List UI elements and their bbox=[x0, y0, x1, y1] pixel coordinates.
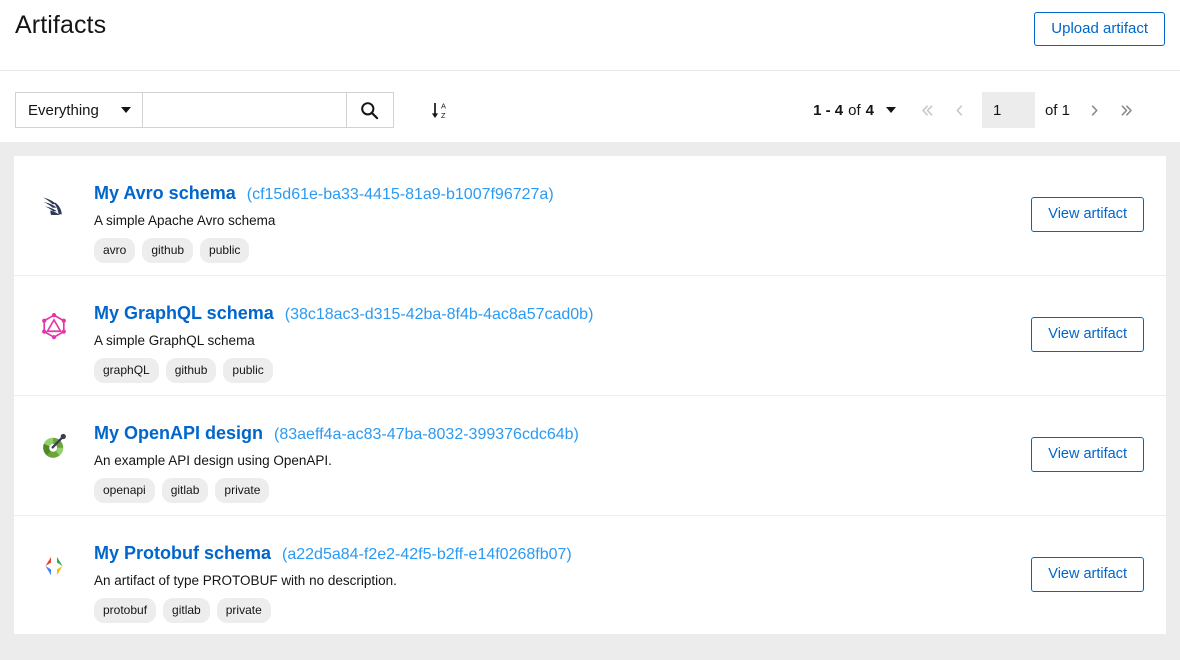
page-title: Artifacts bbox=[15, 11, 106, 40]
artifact-title-line: My OpenAPI design (83aeff4a-ac83-47ba-80… bbox=[94, 424, 991, 444]
artifact-label[interactable]: private bbox=[215, 478, 269, 503]
artifact-id-link[interactable]: (cf15d61e-ba33-4415-81a9-b1007f96727a) bbox=[247, 186, 554, 204]
previous-page-button[interactable] bbox=[944, 92, 976, 128]
artifact-info: My GraphQL schema (38c18ac3-d315-42ba-8f… bbox=[94, 304, 991, 383]
graphql-logo-icon bbox=[36, 308, 72, 344]
artifact-labels: graphQL github public bbox=[94, 358, 991, 383]
svg-text:A: A bbox=[441, 102, 446, 111]
angle-double-right-icon bbox=[1119, 103, 1134, 118]
avro-logo-icon bbox=[36, 188, 72, 224]
first-page-button[interactable] bbox=[912, 92, 944, 128]
toolbar: Everything A Z bbox=[0, 71, 1180, 142]
artifact-label[interactable]: github bbox=[166, 358, 217, 383]
search-icon bbox=[360, 101, 379, 120]
angle-left-icon bbox=[952, 103, 967, 118]
artifact-description: An example API design using OpenAPI. bbox=[94, 453, 991, 468]
artifact-label[interactable]: public bbox=[200, 238, 249, 263]
artifact-name-link[interactable]: My Protobuf schema bbox=[94, 544, 271, 564]
filter-type-dropdown[interactable]: Everything bbox=[15, 92, 142, 128]
artifacts-page: Artifacts Upload artifact Everything bbox=[0, 0, 1180, 660]
artifact-label[interactable]: public bbox=[223, 358, 272, 383]
artifact-description: A simple GraphQL schema bbox=[94, 333, 991, 348]
artifact-list-item[interactable]: My OpenAPI design (83aeff4a-ac83-47ba-80… bbox=[14, 396, 1166, 516]
artifact-title-line: My Avro schema (cf15d61e-ba33-4415-81a9-… bbox=[94, 184, 991, 204]
artifact-list-item[interactable]: My GraphQL schema (38c18ac3-d315-42ba-8f… bbox=[14, 276, 1166, 396]
artifact-label[interactable]: gitlab bbox=[162, 478, 209, 503]
pagination: 1 - 4 of 4 of 1 bbox=[813, 92, 1142, 128]
openapi-logo-icon bbox=[36, 428, 72, 464]
artifact-labels: openapi gitlab private bbox=[94, 478, 991, 503]
upload-artifact-button[interactable]: Upload artifact bbox=[1034, 12, 1165, 46]
pagination-total: 4 bbox=[866, 102, 874, 119]
pagination-range-of: of bbox=[848, 102, 861, 119]
view-artifact-button[interactable]: View artifact bbox=[1031, 437, 1144, 472]
artifact-list-item[interactable]: My Avro schema (cf15d61e-ba33-4415-81a9-… bbox=[14, 156, 1166, 276]
angle-double-left-icon bbox=[920, 103, 935, 118]
artifact-info: My OpenAPI design (83aeff4a-ac83-47ba-80… bbox=[94, 424, 991, 503]
pagination-range: 1 - 4 bbox=[813, 102, 843, 119]
artifact-description: An artifact of type PROTOBUF with no des… bbox=[94, 573, 991, 588]
artifact-list-item[interactable]: My Protobuf schema (a22d5a84-f2e2-42f5-b… bbox=[14, 516, 1166, 634]
artifact-label[interactable]: gitlab bbox=[163, 598, 210, 623]
view-artifact-button[interactable]: View artifact bbox=[1031, 557, 1144, 592]
last-page-button[interactable] bbox=[1110, 92, 1142, 128]
artifact-title-line: My GraphQL schema (38c18ac3-d315-42ba-8f… bbox=[94, 304, 991, 324]
sort-button[interactable]: A Z bbox=[424, 94, 456, 126]
protobuf-logo-icon bbox=[36, 548, 72, 584]
artifact-label[interactable]: protobuf bbox=[94, 598, 156, 623]
artifact-title-line: My Protobuf schema (a22d5a84-f2e2-42f5-b… bbox=[94, 544, 991, 564]
artifact-labels: protobuf gitlab private bbox=[94, 598, 991, 623]
artifact-label[interactable]: github bbox=[142, 238, 193, 263]
artifact-id-link[interactable]: (a22d5a84-f2e2-42f5-b2ff-e14f0268fb07) bbox=[282, 546, 572, 564]
artifact-list: My Avro schema (cf15d61e-ba33-4415-81a9-… bbox=[14, 156, 1166, 634]
pagination-range-dropdown[interactable]: 1 - 4 of 4 bbox=[813, 102, 896, 119]
page-total-label: of 1 bbox=[1045, 102, 1070, 119]
artifact-label[interactable]: avro bbox=[94, 238, 135, 263]
search-button[interactable] bbox=[346, 92, 394, 128]
search-input[interactable] bbox=[142, 92, 346, 128]
next-page-button[interactable] bbox=[1078, 92, 1110, 128]
sort-alpha-down-icon: A Z bbox=[430, 100, 450, 120]
chevron-down-icon bbox=[121, 107, 131, 113]
artifact-name-link[interactable]: My GraphQL schema bbox=[94, 304, 274, 324]
artifact-id-link[interactable]: (83aeff4a-ac83-47ba-8032-399376cdc64b) bbox=[274, 426, 579, 444]
angle-right-icon bbox=[1087, 103, 1102, 118]
svg-text:Z: Z bbox=[441, 111, 446, 120]
view-artifact-button[interactable]: View artifact bbox=[1031, 317, 1144, 352]
page-header: Artifacts Upload artifact bbox=[0, 0, 1180, 71]
artifact-info: My Avro schema (cf15d61e-ba33-4415-81a9-… bbox=[94, 184, 991, 263]
artifact-label[interactable]: graphQL bbox=[94, 358, 159, 383]
artifact-label[interactable]: private bbox=[217, 598, 271, 623]
artifact-label[interactable]: openapi bbox=[94, 478, 155, 503]
artifact-name-link[interactable]: My Avro schema bbox=[94, 184, 236, 204]
page-number-input[interactable] bbox=[982, 92, 1035, 128]
view-artifact-button[interactable]: View artifact bbox=[1031, 197, 1144, 232]
artifact-info: My Protobuf schema (a22d5a84-f2e2-42f5-b… bbox=[94, 544, 991, 623]
artifact-name-link[interactable]: My OpenAPI design bbox=[94, 424, 263, 444]
search-filter-group: Everything bbox=[15, 92, 394, 128]
chevron-down-icon bbox=[886, 107, 896, 113]
artifact-id-link[interactable]: (38c18ac3-d315-42ba-8f4b-4ac8a57cad0b) bbox=[285, 306, 594, 324]
filter-type-label: Everything bbox=[28, 102, 99, 119]
artifact-description: A simple Apache Avro schema bbox=[94, 213, 991, 228]
artifact-labels: avro github public bbox=[94, 238, 991, 263]
